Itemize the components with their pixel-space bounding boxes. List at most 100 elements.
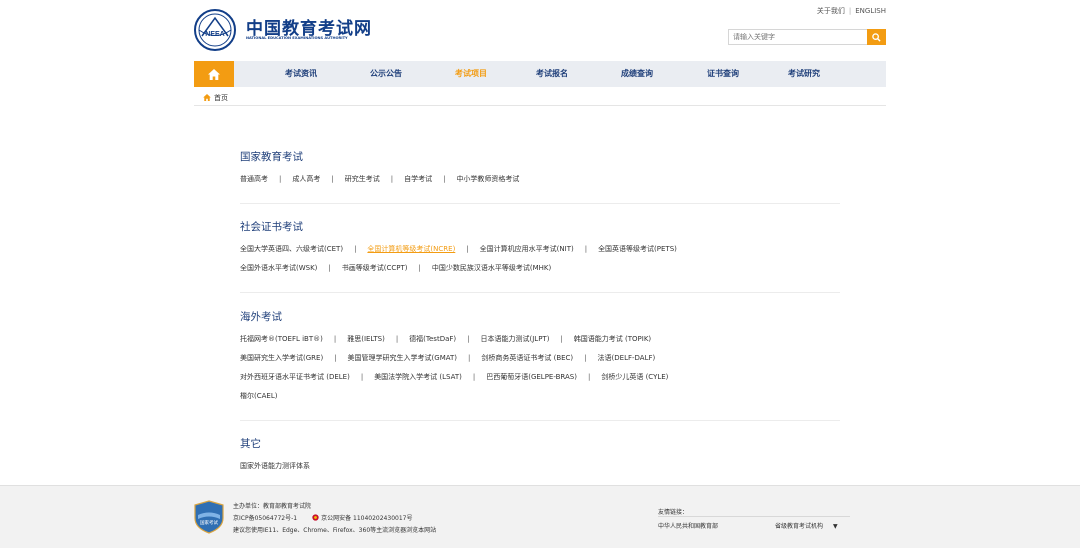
exam-link[interactable]: 剑桥商务英语证书考试 (BEC) <box>481 354 573 362</box>
section-overseas-exams: 海外考试 <box>240 309 840 324</box>
link-separator: | <box>467 335 470 343</box>
top-links: 关于我们 | ENGLISH <box>817 6 886 16</box>
exam-link[interactable]: 美国法学院入学考试 (LSAT) <box>374 373 462 381</box>
exam-link[interactable]: 自学考试 <box>404 175 432 183</box>
dropdown-arrow-icon: ▼ <box>832 523 838 530</box>
section-divider <box>240 292 840 293</box>
link-separator: | <box>443 175 446 183</box>
exam-link[interactable]: 研究生考试 <box>345 175 380 183</box>
exam-link[interactable]: 国家外语能力测评体系 <box>240 462 310 470</box>
site-subtitle: NATIONAL EDUCATION EXAMINATIONS AUTHORIT… <box>246 36 348 40</box>
link-separator: | <box>584 245 588 253</box>
footer-link-provincial-select[interactable]: 省级教育考试机构 ▼ <box>775 521 838 530</box>
footer-link-moe[interactable]: 中华人民共和国教育部 <box>658 521 718 530</box>
main-nav: 考试资讯 公示公告 考试项目 考试报名 成绩查询 证书查询 考试研究 <box>194 61 886 87</box>
link-separator: | <box>466 245 469 253</box>
nav-item-exam-registration[interactable]: 考试报名 <box>536 61 568 87</box>
exam-link[interactable]: 中国少数民族汉语水平等级考试(MHK) <box>432 264 551 272</box>
link-separator: | <box>328 264 331 272</box>
exam-link[interactable]: 巴西葡萄牙语(GELPE-BRAS) <box>486 373 577 381</box>
nav-item-announcements[interactable]: 公示公告 <box>370 61 402 87</box>
exam-link[interactable]: 雅思(IELTS) <box>347 335 385 343</box>
exam-link[interactable]: 剑桥少儿英语 (CYLE) <box>601 373 668 381</box>
exam-link[interactable]: 对外西班牙语水平证书考试 (DELE) <box>240 373 350 381</box>
english-link[interactable]: ENGLISH <box>855 7 886 15</box>
exam-link-highlighted[interactable]: 全国计算机等级考试(NCRE) <box>367 245 455 253</box>
search-input[interactable] <box>728 29 867 45</box>
section-other: 其它 <box>240 436 840 451</box>
exam-links-row: 美国研究生入学考试(GRE) | 美国管理学研究生入学考试(GMAT) | 剑桥商务英语… <box>240 353 655 363</box>
section-title: 社会证书考试 <box>240 221 303 233</box>
exam-link[interactable]: 普通高考 <box>240 175 268 183</box>
exam-link[interactable]: 全国外语水平考试(WSK) <box>240 264 317 272</box>
neea-logo-icon[interactable]: NEEA <box>194 9 236 51</box>
link-separator: | <box>418 264 421 272</box>
exam-links-row: 对外西班牙语水平证书考试 (DELE) | 美国法学院入学考试 (LSAT) | 巴西葡… <box>240 372 668 382</box>
svg-text:NEEA: NEEA <box>205 31 224 38</box>
link-separator: | <box>333 335 337 343</box>
link-separator: | <box>360 373 364 381</box>
link-separator: | <box>334 354 337 362</box>
exam-link[interactable]: 美国管理学研究生入学考试(GMAT) <box>348 354 457 362</box>
toplink-separator: | <box>848 7 852 15</box>
exam-links-row: 托福网考®(TOEFL iBT®) | 雅思(IELTS) | 德福(TestDaF) |… <box>240 334 651 344</box>
exam-links-row: 楷尔(CAEL) <box>240 391 277 401</box>
link-separator: | <box>390 175 394 183</box>
footer-police-record[interactable]: 京公网安备 11040202430017号 <box>312 513 412 525</box>
footer-police-text: 京公网安备 11040202430017号 <box>321 515 413 522</box>
nav-item-exam-projects[interactable]: 考试项目 <box>455 61 487 87</box>
exam-link[interactable]: 法语(DELF-DALF) <box>598 354 656 362</box>
section-national-exams: 国家教育考试 <box>240 149 840 164</box>
exam-link[interactable]: 成人高考 <box>292 175 320 183</box>
link-separator: | <box>468 354 471 362</box>
link-separator: | <box>472 373 476 381</box>
exam-link[interactable]: 托福网考®(TOEFL iBT®) <box>240 335 323 343</box>
footer-links-label: 友情链接： <box>658 509 689 516</box>
footer-browser-hint: 建议您使用IE11、Edge、Chrome、Firefox、360等主流浏览器浏… <box>233 527 437 534</box>
exam-links-row: 全国大学英语四、六级考试(CET) | 全国计算机等级考试(NCRE) | 全国计算机应… <box>240 244 677 254</box>
search-button[interactable] <box>867 29 886 45</box>
nav-home-button[interactable] <box>194 61 234 87</box>
search-icon <box>872 32 881 42</box>
link-separator: | <box>584 354 587 362</box>
breadcrumb-home-icon <box>203 94 211 101</box>
site-footer: 国家考试 主办单位：教育部教育考试院 京ICP备05064772号-1 京公网安备… <box>0 485 1080 548</box>
footer-shield-logo-icon: 国家考试 <box>194 500 224 534</box>
site-header: NEEA 中国教育考试网 NATIONAL EDUCATION EXAMINAT… <box>194 0 886 60</box>
section-divider <box>240 420 840 421</box>
section-title: 海外考试 <box>240 311 282 323</box>
exam-link[interactable]: 美国研究生入学考试(GRE) <box>240 354 323 362</box>
search-box <box>728 29 886 45</box>
footer-info: 主办单位：教育部教育考试院 京ICP备05064772号-1 京公网安备 1104… <box>233 501 436 537</box>
exam-link[interactable]: 书画等级考试(CCPT) <box>342 264 408 272</box>
footer-links-divider <box>658 516 850 517</box>
exam-link[interactable]: 楷尔(CAEL) <box>240 392 277 400</box>
nav-item-exam-news[interactable]: 考试资讯 <box>285 61 317 87</box>
exam-link[interactable]: 中小学教师资格考试 <box>456 175 519 183</box>
nav-item-certificate-query[interactable]: 证书查询 <box>707 61 739 87</box>
footer-link-provincial-label: 省级教育考试机构 <box>775 523 824 530</box>
section-title: 其它 <box>240 438 261 450</box>
exam-links-row: 普通高考 | 成人高考 | 研究生考试 | 自学考试 | 中小学教师资格考试 <box>240 174 519 184</box>
nav-item-score-query[interactable]: 成绩查询 <box>621 61 653 87</box>
police-badge-icon <box>312 514 319 521</box>
exam-link[interactable]: 韩国语能力考试 (TOPIK) <box>574 335 651 343</box>
link-separator: | <box>279 175 282 183</box>
link-separator: | <box>560 335 563 343</box>
home-icon <box>208 68 220 80</box>
exam-link[interactable]: 德福(TestDaF) <box>409 335 456 343</box>
breadcrumb-home-link[interactable]: 首页 <box>214 93 228 103</box>
section-title: 国家教育考试 <box>240 151 303 163</box>
exam-link[interactable]: 全国英语等级考试(PETS) <box>598 245 677 253</box>
footer-sponsor: 主办单位：教育部教育考试院 <box>233 503 312 510</box>
footer-icp[interactable]: 京ICP备05064772号-1 <box>233 515 297 522</box>
exam-link[interactable]: 日本语能力测试(JLPT) <box>481 335 550 343</box>
link-separator: | <box>587 373 591 381</box>
about-us-link[interactable]: 关于我们 <box>817 6 845 16</box>
exam-link[interactable]: 全国大学英语四、六级考试(CET) <box>240 245 343 253</box>
breadcrumb: 首页 <box>194 90 886 106</box>
nav-item-exam-research[interactable]: 考试研究 <box>788 61 820 87</box>
link-separator: | <box>331 175 334 183</box>
svg-text:国家考试: 国家考试 <box>200 519 218 526</box>
exam-link[interactable]: 全国计算机应用水平考试(NIT) <box>480 245 574 253</box>
